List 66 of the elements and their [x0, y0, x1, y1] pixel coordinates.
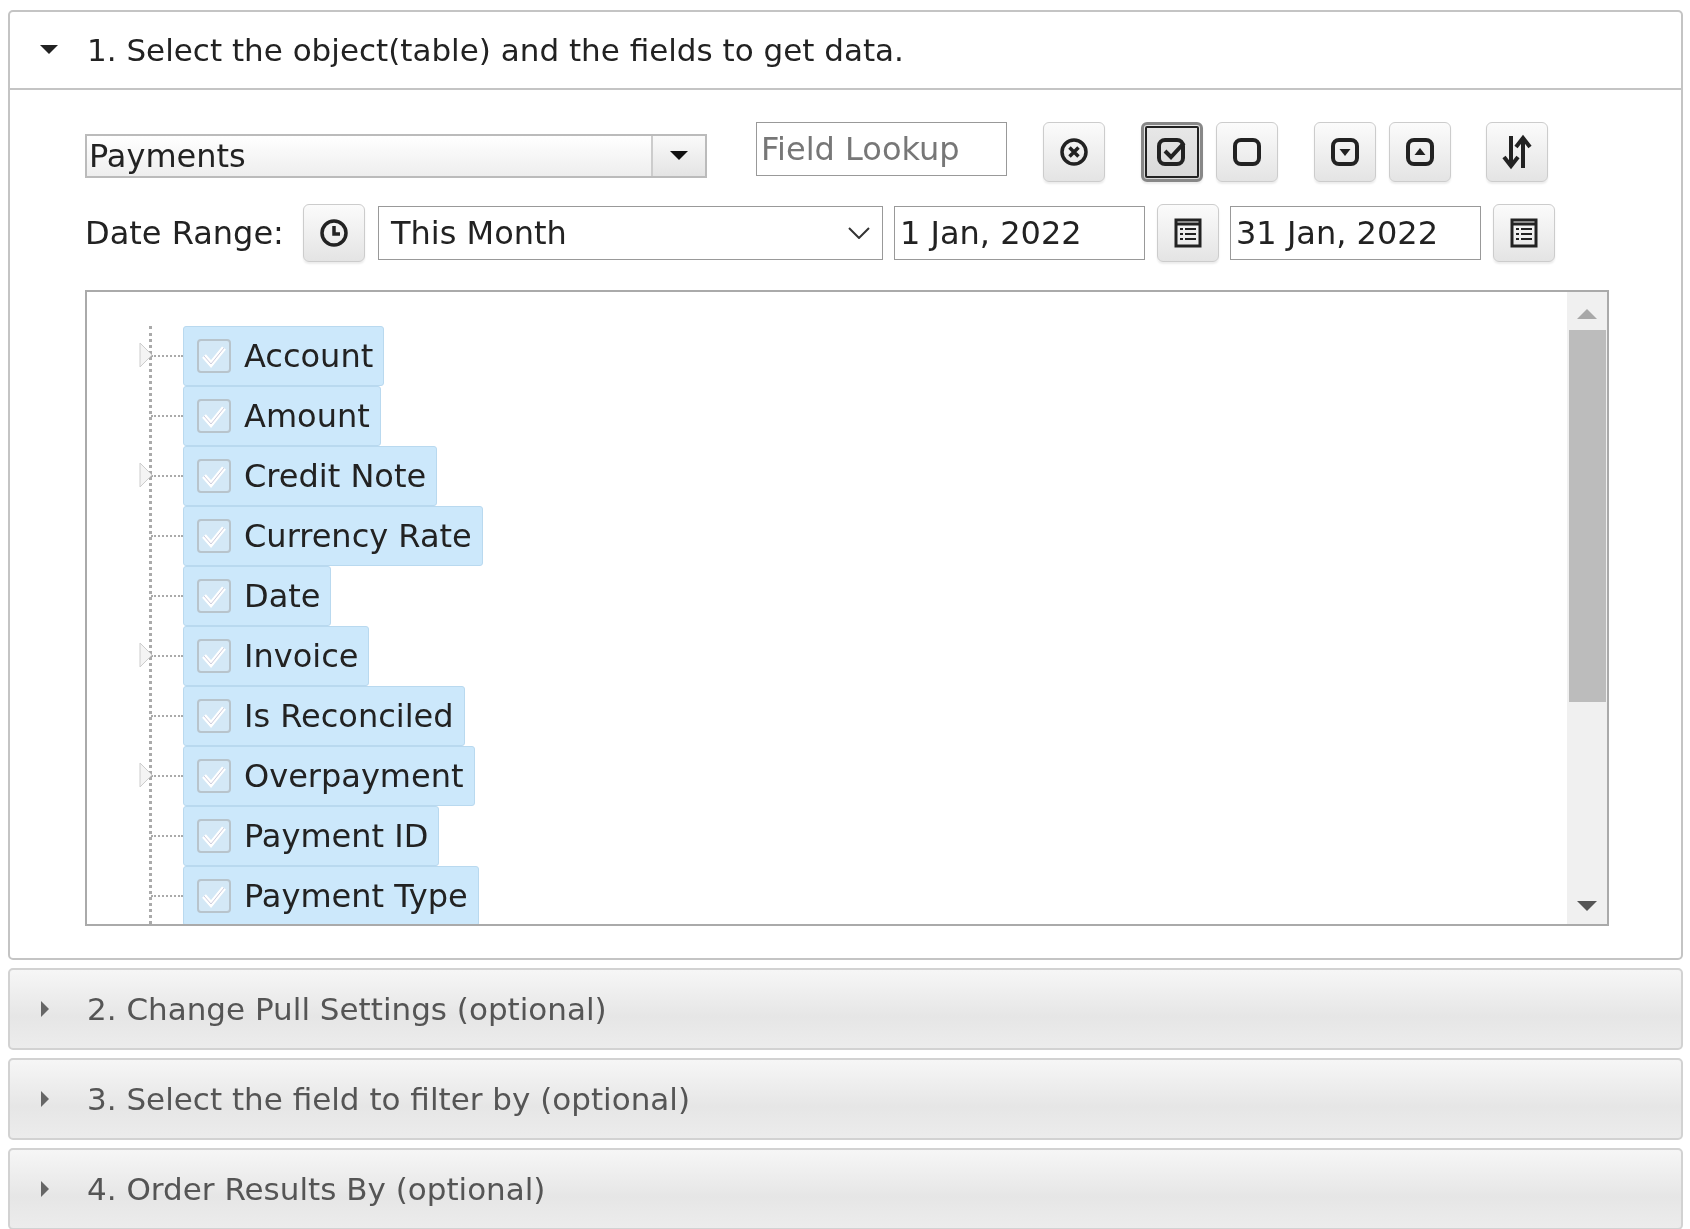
tree-item[interactable]: Overpayment [183, 746, 475, 806]
tree-item[interactable]: Invoice [183, 626, 370, 686]
checkbox-checked-icon [1156, 136, 1188, 168]
expand-all-icon [1330, 137, 1360, 167]
calendar-icon [1510, 218, 1538, 248]
tree-item[interactable]: Credit Note [183, 446, 438, 506]
expand-arrow-icon[interactable] [139, 642, 153, 668]
clock-button[interactable] [303, 204, 365, 262]
calendar-button[interactable] [1493, 204, 1555, 262]
calendar-button[interactable] [1157, 204, 1219, 262]
checkbox[interactable] [196, 818, 232, 854]
caret-right-icon [40, 1000, 50, 1018]
field-lookup-input[interactable]: Field Lookup [756, 122, 1007, 176]
tree-item[interactable]: Date [183, 566, 332, 626]
clear-icon [1059, 137, 1089, 167]
checkbox[interactable] [196, 878, 232, 914]
checkbox-empty-icon [1232, 137, 1262, 167]
clock-icon [319, 218, 349, 248]
toolbar-button[interactable] [1389, 122, 1451, 182]
section-header[interactable]: 1. Select the object(table) and the fields to get data. [10, 12, 1681, 90]
scrollbar[interactable] [1567, 292, 1607, 924]
start-date-input[interactable]: 1 Jan, 2022 [894, 206, 1145, 260]
tree-item[interactable]: Amount [183, 386, 381, 446]
chevron-down-icon [848, 227, 870, 239]
scrollbar-thumb[interactable] [1568, 330, 1606, 702]
checkbox[interactable] [196, 398, 232, 434]
checkbox[interactable] [196, 638, 232, 674]
object-dropdown[interactable]: Payments [85, 134, 707, 178]
caret-right-icon [40, 1090, 50, 1108]
toolbar-button[interactable] [1314, 122, 1376, 182]
date-range-label: Date Range: [85, 214, 285, 252]
tree-item[interactable]: Is Reconciled [183, 686, 465, 746]
toolbar-button[interactable] [1141, 122, 1203, 182]
section-header[interactable]: 2. Change Pull Settings (optional) [10, 970, 1681, 1048]
toolbar-button[interactable] [1043, 122, 1105, 182]
tree-item[interactable]: Payment Type [183, 866, 479, 924]
collapse-all-icon [1405, 137, 1435, 167]
end-date-input[interactable]: 31 Jan, 2022 [1230, 206, 1481, 260]
tree-item[interactable]: Payment ID [183, 806, 440, 866]
tree-item[interactable]: Account [183, 326, 385, 386]
section-title: 4. Order Results By (optional) [87, 1171, 546, 1207]
sort-icon [1501, 134, 1533, 170]
checkbox[interactable] [196, 698, 232, 734]
date-preset-dropdown[interactable]: This Month [378, 206, 883, 260]
section-title: 2. Change Pull Settings (optional) [87, 991, 607, 1027]
section-header[interactable]: 4. Order Results By (optional) [10, 1150, 1681, 1228]
section-title: 1. Select the object(table) and the fields to get data. [87, 32, 904, 68]
expand-arrow-icon[interactable] [139, 762, 153, 788]
section-header[interactable]: 3. Select the field to filter by (optional) [10, 1060, 1681, 1138]
checkbox[interactable] [196, 518, 232, 554]
caret-right-icon [40, 1180, 50, 1198]
caret-down-icon [670, 151, 688, 161]
section-title: 3. Select the field to filter by (optional) [87, 1081, 691, 1117]
expand-arrow-icon[interactable] [139, 462, 153, 488]
toolbar-button[interactable] [1486, 122, 1548, 182]
scroll-down-arrow-icon[interactable] [1577, 900, 1597, 912]
checkbox[interactable] [196, 458, 232, 494]
checkbox[interactable] [196, 578, 232, 614]
expand-arrow-icon[interactable] [139, 342, 153, 368]
calendar-icon [1174, 218, 1202, 248]
tree-item[interactable]: Currency Rate [183, 506, 483, 566]
checkbox[interactable] [196, 338, 232, 374]
scroll-up-arrow-icon[interactable] [1577, 308, 1597, 320]
checkbox[interactable] [196, 758, 232, 794]
caret-down-icon [40, 45, 58, 55]
toolbar-button[interactable] [1216, 122, 1278, 182]
